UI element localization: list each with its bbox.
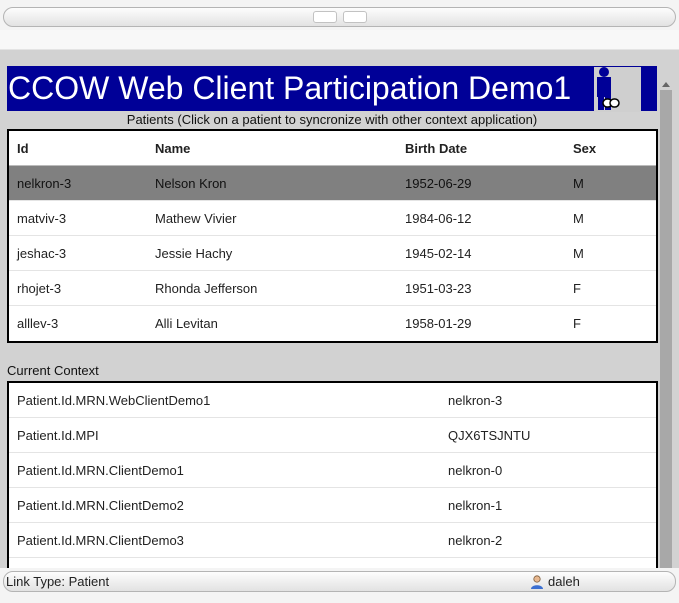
scroll-up-icon[interactable] [662,82,670,87]
context-row: Patient.Id.MRN.ClientDemo2 nelkron-1 [9,488,656,523]
context-row: Patient.Id.MRN.ClientDemo3 nelkron-2 [9,523,656,558]
patient-id: nelkron-3 [17,175,72,191]
patients-caption: Patients (Click on a patient to syncroni… [126,112,538,127]
vertical-scrollbar[interactable] [660,82,672,568]
context-key: Patient.Id.MPI [17,427,99,443]
toolbar-button-left[interactable] [313,11,337,23]
patient-sex: M [573,245,584,261]
context-value: QJX6TSJNTU [448,427,531,443]
patients-table-header: Id Name Birth Date Sex [9,131,656,166]
patient-row[interactable]: jeshac-3 Jessie Hachy 1945-02-14 M [9,236,656,271]
context-value: nelkron-1 [448,497,503,513]
patient-row[interactable]: nelkron-3 Nelson Kron 1952-06-29 M [9,166,656,201]
current-context-label: Current Context [7,363,99,378]
user-badge[interactable]: daleh [530,572,580,591]
content-area: CCOW Web Client Participation Demo1 Pati… [0,50,679,568]
patient-name: Jessie Hachy [155,245,233,261]
patient-birth-date: 1952-06-29 [405,175,472,191]
patient-sex: F [573,316,581,331]
link-icon [594,67,641,112]
context-table: Patient.Id.MRN.WebClientDemo1 nelkron-3 … [7,381,658,568]
context-value: nelkron-2 [448,532,503,548]
patient-id: jeshac-3 [17,245,67,261]
column-header-name: Name [155,140,191,156]
patient-id: alllev-3 [17,316,59,331]
patient-name: Rhonda Jefferson [155,280,258,296]
context-key: Patient.Id.MRN.ClientDemo3 [17,532,184,548]
context-row: Patient.Id.MRN.ClientDemo1 nelkron-0 [9,453,656,488]
username: daleh [548,574,580,589]
patients-table: Id Name Birth Date Sex nelkron-3 Nelson … [7,129,658,343]
toolbar-spacer [0,30,679,50]
column-header-sex: Sex [573,140,597,156]
patient-birth-date: 1958-01-29 [405,316,472,331]
link-type-label: Link Type: Patient [6,574,110,589]
patient-birth-date: 1945-02-14 [405,245,472,261]
patient-name: Alli Levitan [155,316,218,331]
context-value: nelkron-0 [448,462,503,478]
page-title: CCOW Web Client Participation Demo1 [8,70,572,106]
top-toolbar [3,7,676,27]
column-header-id: Id [17,140,29,156]
patient-birth-date: 1951-03-23 [405,280,472,296]
status-bar: Link Type: Patient daleh [3,571,676,592]
context-key: Patient.Id.MRN.WebClientDemo1 [17,392,211,408]
patient-id: matviv-3 [17,210,67,226]
patient-row[interactable]: matviv-3 Mathew Vivier 1984-06-12 M [9,201,656,236]
context-row: Patient.Id.MRN.WebClientDemo1 nelkron-3 [9,383,656,418]
patient-row[interactable]: rhojet-3 Rhonda Jefferson 1951-03-23 F [9,271,656,306]
context-key: Patient.Id.MRN.ClientDemo2 [17,497,184,513]
context-value: nelkron-3 [448,392,503,408]
app-header: CCOW Web Client Participation Demo1 [7,66,657,112]
patient-birth-date: 1984-06-12 [405,210,472,226]
patient-sex: F [573,280,581,296]
column-header-birth-date: Birth Date [405,140,468,156]
user-icon [531,574,543,589]
patient-id: rhojet-3 [17,280,62,296]
toolbar-button-right[interactable] [343,11,367,23]
patient-row[interactable]: alllev-3 Alli Levitan 1958-01-29 F [9,306,656,341]
scrollbar-thumb[interactable] [660,90,672,568]
context-row: Patient.Id.MPI QJX6TSJNTU [9,418,656,453]
patient-sex: M [573,175,584,191]
patient-sex: M [573,210,584,226]
patient-name: Mathew Vivier [155,210,237,226]
context-key: Patient.Id.MRN.ClientDemo1 [17,462,184,478]
patient-name: Nelson Kron [155,175,227,191]
